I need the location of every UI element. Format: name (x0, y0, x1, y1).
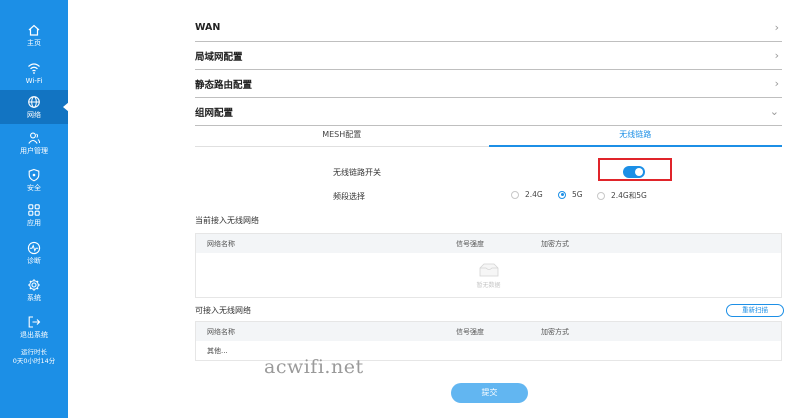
current-networks-table: 网络名称 信号强度 加密方式 暂无数据 (195, 233, 782, 298)
logout-icon (28, 315, 41, 328)
col-encryption: 加密方式 (541, 239, 569, 248)
tab-wireless-link[interactable]: 无线链路 (488, 127, 782, 147)
sidebar-item-label: 网络 (27, 110, 41, 119)
radio-label: 2.4G (525, 190, 543, 199)
sidebar-item-label: 系统 (27, 293, 41, 302)
empty-box-icon (479, 263, 498, 276)
chevron-right-icon: › (774, 49, 779, 62)
sidebar-item-label: 安全 (27, 183, 41, 192)
sidebar-item-network[interactable]: 网络 (0, 90, 69, 124)
band-label: 频段选择 (333, 192, 365, 201)
sidebar-item-label: 退出系统 (20, 330, 48, 339)
section-title: WAN (195, 22, 221, 33)
sidebar-item-label: 应用 (27, 218, 41, 227)
apps-icon (28, 203, 40, 216)
section-title: 局域网配置 (195, 51, 243, 63)
sidebar-item-logout[interactable]: 退出系统 (0, 310, 68, 344)
chevron-right-icon: › (774, 77, 779, 90)
sidebar-item-label: Wi-Fi (25, 76, 43, 85)
radio-dot (558, 190, 566, 199)
col-network-name: 网络名称 (207, 239, 235, 248)
sidebar-item-apps[interactable]: 应用 (0, 198, 68, 232)
section-mesh[interactable]: 组网配置 ⌄ (195, 98, 782, 126)
mesh-tabs: MESH配置 无线链路 (195, 127, 782, 147)
sidebar-item-label: 用户管理 (20, 146, 48, 155)
gear-icon (28, 278, 40, 291)
uptime: 运行时长 0天0小时14分 (0, 348, 68, 366)
sidebar-item-security[interactable]: 安全 (0, 163, 68, 197)
sidebar-item-wifi[interactable]: Wi-Fi (0, 56, 68, 90)
current-networks-title: 当前接入无线网络 (195, 216, 259, 225)
sidebar-item-system[interactable]: 系统 (0, 273, 68, 307)
submit-button[interactable]: 提交 (451, 383, 528, 403)
sidebar-item-home[interactable]: 主页 (0, 18, 68, 52)
sidebar-item-label: 主页 (27, 38, 41, 47)
table-header: 网络名称 信号强度 加密方式 (196, 322, 781, 341)
row-network-name: 其他... (207, 346, 228, 355)
radio-dot (597, 191, 605, 200)
table-header: 网络名称 信号强度 加密方式 (196, 234, 781, 253)
radio-dot (511, 190, 519, 199)
empty-text: 暂无数据 (476, 281, 501, 289)
col-network-name: 网络名称 (207, 327, 235, 336)
band-radio-both[interactable]: 2.4G和5G (597, 190, 647, 201)
rescan-button[interactable]: 重新扫描 (726, 304, 784, 317)
available-networks-title: 可接入无线网络 (195, 306, 251, 315)
wifi-icon (28, 62, 40, 74)
sidebar: 主页 Wi-Fi 网络 用户管理 安全 应用 诊断 系统 退出系统 运行时长 0… (0, 0, 69, 418)
radio-label: 2.4G和5G (611, 191, 647, 200)
chevron-right-icon: › (774, 21, 779, 34)
section-lan[interactable]: 局域网配置 › (195, 42, 782, 70)
radio-label: 5G (572, 190, 583, 199)
chevron-down-icon: ⌄ (769, 105, 779, 118)
col-signal: 信号强度 (456, 327, 484, 336)
tab-mesh-config[interactable]: MESH配置 (195, 127, 489, 147)
sidebar-item-label: 诊断 (27, 256, 41, 265)
highlight-box (598, 158, 672, 181)
home-icon (28, 24, 40, 36)
section-static-route[interactable]: 静态路由配置 › (195, 70, 782, 98)
sidebar-item-users[interactable]: 用户管理 (0, 126, 68, 160)
globe-icon (28, 95, 40, 108)
col-signal: 信号强度 (456, 239, 484, 248)
band-radio-2g[interactable]: 2.4G (511, 190, 543, 199)
pulse-icon (27, 241, 41, 254)
empty-state: 暂无数据 (196, 253, 781, 297)
shield-icon (28, 168, 40, 181)
uptime-value: 0天0小时14分 (12, 357, 56, 365)
uptime-label: 运行时长 (21, 348, 47, 356)
section-title: 静态路由配置 (195, 79, 253, 91)
watermark: acwifi.net (264, 356, 364, 378)
section-title: 组网配置 (195, 107, 234, 119)
section-wan[interactable]: WAN › (195, 14, 782, 42)
available-networks-table: 网络名称 信号强度 加密方式 其他... (195, 321, 782, 361)
users-icon (28, 132, 41, 144)
sidebar-item-diagnosis[interactable]: 诊断 (0, 236, 68, 270)
band-radio-5g[interactable]: 5G (558, 190, 583, 199)
switch-label: 无线链路开关 (333, 168, 381, 177)
col-encryption: 加密方式 (541, 327, 569, 336)
